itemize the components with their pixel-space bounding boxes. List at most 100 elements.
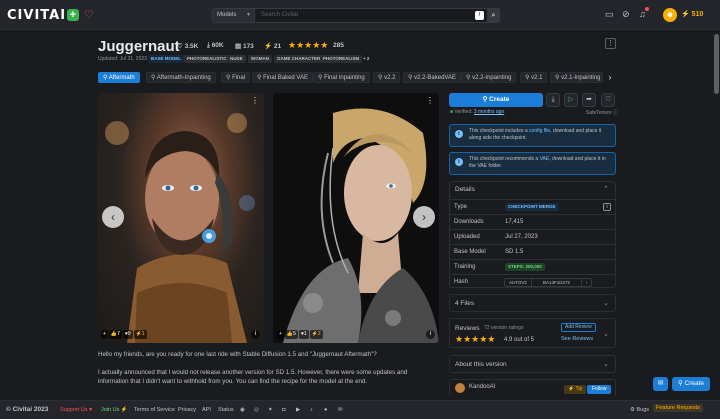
image-menu-icon[interactable]: ⋮ — [251, 96, 259, 105]
add-review-button[interactable]: Add Review — [561, 323, 596, 332]
see-reviews-link[interactable]: See Reviews — [561, 336, 593, 342]
detail-key: Base Model — [454, 249, 486, 255]
chevron-down-icon[interactable]: ⌄ — [603, 360, 609, 368]
info-icon: i — [455, 158, 463, 166]
join-us-link[interactable]: Join Us ⚡ — [101, 407, 128, 413]
version-tab-aftermath-inpainting[interactable]: ⚲ Aftermath-Inpainting — [146, 72, 216, 83]
tag-more[interactable]: + 2 — [360, 55, 372, 63]
hash-value[interactable]: BA13F1D272 — [532, 279, 582, 286]
detail-row-base-model: Base Model SD 1.5 — [449, 244, 616, 259]
type-info-icon[interactable]: i — [603, 203, 611, 211]
plus-icon[interactable]: + — [67, 9, 79, 21]
status-link[interactable]: Status — [218, 407, 234, 413]
version-label: v2.1-Inpainting — [561, 75, 601, 81]
like-reaction[interactable]: 👍7 — [108, 330, 122, 339]
tag-woman[interactable]: WOMAN — [248, 55, 272, 63]
reddit-icon[interactable]: ● — [324, 407, 327, 413]
github-icon[interactable]: ◉ — [240, 407, 245, 413]
version-tab-final[interactable]: ⚲ Final — [221, 72, 251, 83]
chevron-down-icon[interactable]: ⌄ — [603, 330, 609, 338]
tag-photorealism[interactable]: PHOTOREALISM — [320, 55, 363, 63]
user-avatar[interactable]: ☻ — [663, 8, 677, 22]
files-header[interactable]: 4 Files — [455, 300, 474, 307]
discord-icon[interactable]: ◎ — [254, 407, 259, 413]
add-reaction-button[interactable]: + — [101, 330, 108, 339]
feature-requests-link[interactable]: Feature Requests — [653, 404, 703, 412]
chevron-right-icon[interactable]: › — [582, 279, 592, 286]
instagram-icon[interactable]: ◘ — [282, 407, 285, 413]
about-header[interactable]: About this version — [455, 361, 507, 368]
version-tab-final-inpainting[interactable]: ⚲ Final Inpainting — [313, 72, 370, 83]
privacy-link[interactable]: Privacy — [178, 407, 196, 413]
eye-off-icon[interactable]: ⊘ — [622, 9, 630, 20]
rating-stars[interactable]: ★★★★★ — [288, 40, 328, 51]
details-header[interactable]: Details — [455, 186, 475, 193]
version-tab-final-baked-vae[interactable]: ⚲ Final Baked VAE — [252, 72, 313, 83]
vae-link[interactable]: VAE — [540, 156, 550, 162]
scrollbar-thumb[interactable] — [714, 34, 719, 94]
image-info-icon[interactable]: i — [426, 330, 435, 339]
detail-key: Downloads — [454, 219, 484, 225]
floating-create-button[interactable]: ⚲ Create — [672, 377, 710, 391]
tip-count: 2 — [317, 331, 321, 337]
search-icon[interactable]: ⌕ — [487, 9, 500, 22]
hash-algo-select[interactable]: AUTOV2 — [505, 279, 532, 286]
heart-icon[interactable]: ♡ — [84, 8, 94, 21]
image-info-icon[interactable]: i — [251, 330, 260, 339]
version-tab-v2-2-bakedvae[interactable]: ⚲ v2.2-BakedVAE — [403, 72, 461, 83]
reviews-header: Reviews — [455, 325, 480, 332]
gallery-prev-icon[interactable]: ‹ — [102, 206, 124, 228]
tiktok-icon[interactable]: ♪ — [310, 407, 313, 413]
tag-nude[interactable]: NUDE — [227, 55, 246, 63]
monitor-icon[interactable]: ▭ — [605, 9, 614, 20]
chevron-down-icon[interactable]: ⌄ — [603, 299, 609, 307]
terms-link[interactable]: Terms of Service — [134, 407, 175, 413]
tip-reaction[interactable]: ⚡2 — [309, 330, 323, 339]
gallery-next-icon[interactable]: › — [413, 206, 435, 228]
tip-button[interactable]: ⚡ Tip — [564, 385, 587, 394]
buzz-balance[interactable]: ⚡ 510 — [681, 10, 703, 18]
model-menu-button[interactable]: ⋮ — [605, 38, 616, 49]
search-input[interactable]: Search Civitai — [261, 9, 298, 22]
creator-name[interactable]: KandooAI — [469, 384, 495, 390]
top-bar: CIVITAI + ♡ Models Search Civitai / ⌕ ▭ … — [0, 0, 720, 30]
download-icon[interactable]: ⤓ — [546, 93, 560, 107]
email-icon[interactable]: ✉ — [338, 407, 343, 413]
like-heart-icon[interactable]: ♡ — [601, 93, 615, 107]
youtube-icon[interactable]: ▶ — [296, 407, 300, 413]
image-reactions: + 👍7 ♥9 ⚡1 — [101, 330, 147, 339]
chat-icon[interactable]: ✉ — [653, 377, 668, 391]
tag-game-character[interactable]: GAME CHARACTER — [274, 55, 324, 63]
config-file-link[interactable]: config file — [529, 128, 550, 134]
share-icon[interactable]: ➦ — [582, 93, 596, 107]
tip-reaction[interactable]: ⚡1 — [133, 330, 147, 339]
creator-avatar[interactable] — [455, 383, 465, 393]
chevron-up-icon[interactable]: ⌃ — [603, 185, 609, 193]
bugs-link[interactable]: ⚙ Bugs — [630, 407, 649, 413]
image-menu-icon[interactable]: ⋮ — [426, 96, 434, 105]
heart-reaction[interactable]: ♥1 — [298, 330, 309, 339]
detail-row-downloads: Downloads 17,415 — [449, 214, 616, 229]
civitai-logo[interactable]: CIVITAI — [7, 8, 66, 23]
version-tab-aftermath[interactable]: ⚲ Aftermath — [98, 72, 140, 83]
versions-next-icon[interactable]: › — [605, 72, 615, 83]
version-tab-v2-1[interactable]: ⚲ v2.1 — [520, 72, 548, 83]
heart-reaction[interactable]: ♥9 — [122, 330, 133, 339]
api-link[interactable]: API — [202, 407, 211, 413]
version-tab-v2-2-inpainting[interactable]: ⚲ v2.2-Inpainting — [461, 72, 517, 83]
search-type-select[interactable]: Models — [213, 9, 255, 22]
follow-button[interactable]: Follow — [587, 385, 612, 394]
verified-date-link[interactable]: 3 months ago — [474, 109, 504, 115]
config-file-alert: i This checkpoint includes a config file… — [449, 124, 616, 147]
version-tab-v2-2[interactable]: ⚲ v2.2 — [373, 72, 401, 83]
create-button[interactable]: ⚲ Create — [449, 93, 543, 107]
like-reaction[interactable]: 👍5 — [284, 330, 298, 339]
tag-base-model[interactable]: BASE MODEL — [148, 55, 185, 63]
play-icon[interactable]: ▷ — [564, 93, 578, 107]
tag-photorealistic[interactable]: PHOTOREALISTIC — [184, 55, 230, 63]
twitter-icon[interactable]: ✦ — [268, 407, 273, 413]
support-us-link[interactable]: Support Us ♥ — [60, 407, 92, 413]
add-reaction-button[interactable]: + — [277, 330, 284, 339]
version-tab-v2-1-inpainting[interactable]: ⚲ v2.1-Inpainting — [550, 72, 603, 83]
support-label: Support Us — [60, 407, 88, 413]
